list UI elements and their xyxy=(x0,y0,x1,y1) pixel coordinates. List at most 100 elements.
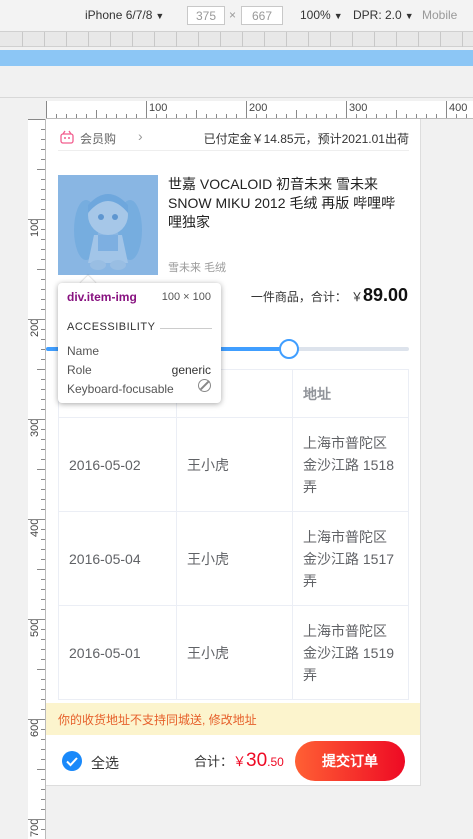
ruler-tick xyxy=(296,110,297,118)
ruler-tick xyxy=(28,119,45,120)
ruler-tick xyxy=(37,669,45,670)
device-select[interactable]: iPhone 6/7/8 ▼ xyxy=(85,8,164,22)
ruler-tick xyxy=(37,269,45,270)
inspect-tooltip: div.item-img 100 × 100 ACCESSIBILITY Nam… xyxy=(58,283,221,403)
count-text: 一件商品，合计： xyxy=(250,290,347,304)
ruler-tick xyxy=(466,114,467,118)
store-name: 会员购 xyxy=(80,132,117,146)
ruler-tick xyxy=(156,114,157,118)
not-focusable-icon xyxy=(198,379,211,392)
ruler-tick xyxy=(28,319,45,320)
section-divider xyxy=(160,328,212,329)
ruler-tick xyxy=(41,379,45,380)
check-icon xyxy=(66,757,78,767)
ruler-tick xyxy=(41,309,45,310)
ruler-label: 200 xyxy=(249,102,268,114)
ruler-tick xyxy=(41,689,45,690)
slider-handle[interactable] xyxy=(279,339,300,359)
ruler-tick xyxy=(41,399,45,400)
ruler-tick xyxy=(41,259,45,260)
ruler-tick xyxy=(46,101,47,118)
select-all-label[interactable]: 全选 xyxy=(91,753,119,773)
ruler-tick xyxy=(28,419,45,420)
ruler-tick xyxy=(41,479,45,480)
ruler-tick xyxy=(166,114,167,118)
ruler-tick xyxy=(41,279,45,280)
ruler-tick xyxy=(96,110,97,118)
item-sku: 雪未来 毛绒 xyxy=(168,262,227,274)
table-row[interactable]: 2016-05-04 王小虎 上海市普陀区金沙江路 1517 弄 xyxy=(58,511,409,606)
ruler-tick xyxy=(41,759,45,760)
address-table: 地址 2016-05-02 王小虎 上海市普陀区金沙江路 1518 弄 2016… xyxy=(58,369,409,700)
breakpoint-area xyxy=(0,68,473,98)
ruler-tick xyxy=(266,114,267,118)
ruler-tick xyxy=(41,489,45,490)
mode-select[interactable]: Mobile xyxy=(422,8,457,22)
column-header[interactable]: 地址 xyxy=(292,369,409,418)
ruler-label: 500 xyxy=(29,618,41,637)
ruler-tick xyxy=(386,114,387,118)
ruler-tick xyxy=(28,719,45,720)
zoom-select[interactable]: 100% ▼ xyxy=(300,8,343,22)
ruler-tick xyxy=(41,549,45,550)
ruler-tick xyxy=(246,101,247,118)
table-row[interactable]: 2016-05-01 王小虎 上海市普陀区金沙江路 1519 弄 xyxy=(58,605,409,700)
ruler-tick xyxy=(28,819,45,820)
submit-order-button[interactable]: 提交订单 xyxy=(295,741,405,781)
ruler-tick xyxy=(336,114,337,118)
name-cell: 王小虎 xyxy=(176,605,293,700)
total-currency: ￥ xyxy=(233,754,247,769)
ruler-tick xyxy=(37,769,45,770)
address-notice[interactable]: 你的收货地址不支持同城送, 修改地址 xyxy=(46,703,420,735)
ruler-tick xyxy=(41,359,45,360)
width-input[interactable]: 375 xyxy=(187,6,225,25)
ruler-tick xyxy=(41,539,45,540)
ruler-tick xyxy=(41,299,45,300)
element-size: 100 × 100 xyxy=(161,291,211,303)
store-header[interactable]: 会员购 › 已付定金￥14.85元，预计2021.01出荷 xyxy=(58,127,409,151)
ruler-tick xyxy=(76,114,77,118)
ruler-tick xyxy=(41,429,45,430)
name-cell: 王小虎 xyxy=(176,417,293,512)
ruler-tick xyxy=(86,114,87,118)
date-cell: 2016-05-02 xyxy=(58,417,177,512)
ruler-tick xyxy=(41,349,45,350)
ruler-label: 300 xyxy=(29,418,41,437)
order-total: 合计：￥30.50 xyxy=(194,750,284,772)
ruler-tick xyxy=(41,189,45,190)
item-image[interactable] xyxy=(58,175,158,275)
ruler-tick xyxy=(41,459,45,460)
ruler-tick xyxy=(216,114,217,118)
ruler-tick xyxy=(41,679,45,680)
ruler-tick xyxy=(37,369,45,370)
ruler-tick xyxy=(146,101,147,118)
ruler-tick xyxy=(286,114,287,118)
select-all-checkbox[interactable] xyxy=(62,751,82,771)
ruler-tick xyxy=(41,829,45,830)
ruler-tick xyxy=(376,114,377,118)
item-price: 89.00 xyxy=(362,285,408,305)
device-toolbar: iPhone 6/7/8 ▼ 375 × 667 100% ▼ DPR: 2.0 ▼ … xyxy=(0,0,473,32)
ruler-tick xyxy=(41,729,45,730)
ruler-tick xyxy=(416,114,417,118)
shop-icon xyxy=(60,130,74,144)
ruler-tick xyxy=(41,639,45,640)
address-cell: 上海市普陀区金沙江路 1518 弄 xyxy=(292,417,409,512)
item-title[interactable]: 世嘉 VOCALOID 初音未来 雪未来 SNOW MIKU 2012 毛绒 再… xyxy=(168,175,396,232)
ruler-label: 100 xyxy=(149,102,168,114)
ruler-tick xyxy=(41,609,45,610)
ruler-tick xyxy=(276,114,277,118)
ruler-tick xyxy=(41,149,45,150)
ruler-tick xyxy=(366,114,367,118)
total-integer: 30 xyxy=(246,750,268,771)
times-sign: × xyxy=(229,8,237,22)
ruler-tick xyxy=(41,339,45,340)
ruler-tick xyxy=(41,159,45,160)
height-input[interactable]: 667 xyxy=(241,6,283,25)
ruler-tick xyxy=(41,239,45,240)
dpr-select[interactable]: DPR: 2.0 ▼ xyxy=(353,8,414,22)
table-row[interactable]: 2016-05-02 王小虎 上海市普陀区金沙江路 1518 弄 xyxy=(58,417,409,512)
ruler-tick xyxy=(41,129,45,130)
ruler-tick xyxy=(41,439,45,440)
ruler-tick xyxy=(226,114,227,118)
